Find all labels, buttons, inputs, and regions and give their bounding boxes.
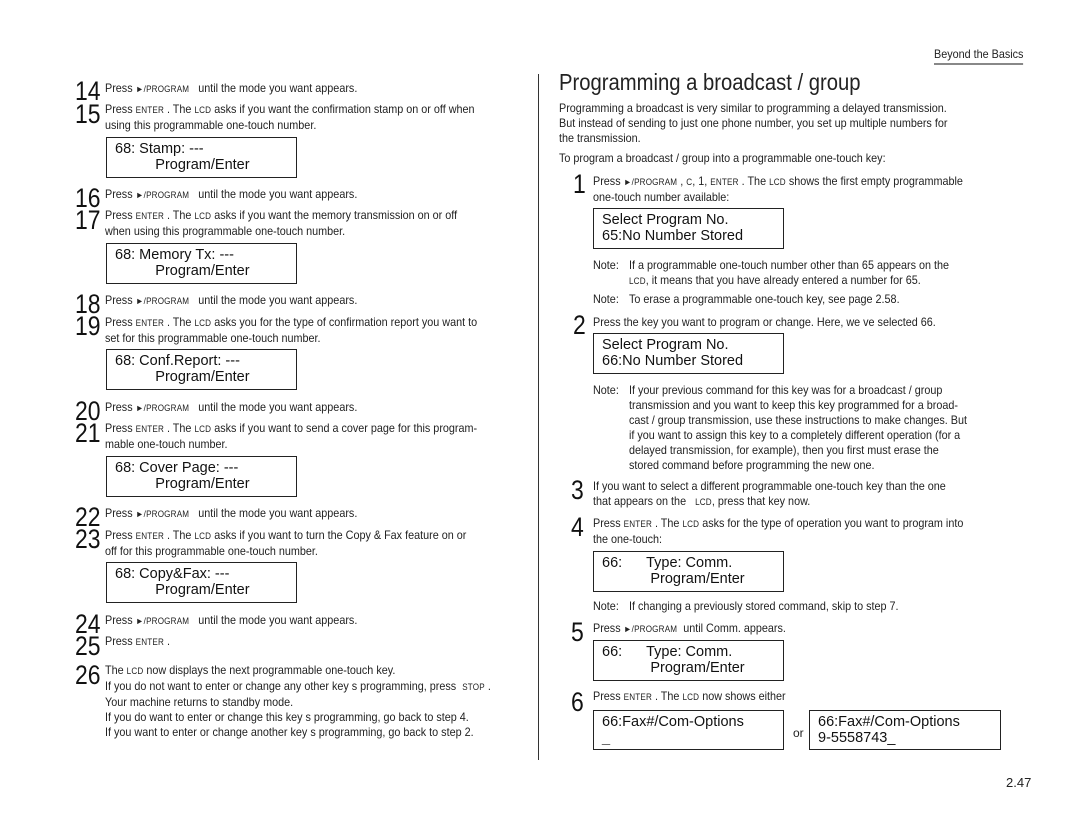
play-arrow-icon: ► (623, 177, 632, 187)
lcd-display: 68: Memory Tx: --- Program/Enter (106, 243, 297, 284)
step-number: 5 (571, 617, 584, 647)
step-text: Press ►/PROGRAM until Comm. appears. (593, 621, 786, 635)
step-text: Press ENTER . (105, 634, 171, 648)
step-number: 6 (571, 687, 584, 717)
step-text: Press ►/PROGRAM until the mode you want … (105, 293, 358, 307)
step-text: Press ENTER . The LCD asks if you want t… (105, 421, 478, 451)
note: Note: To erase a programmable one-touch k… (593, 292, 900, 306)
step-text: Press ENTER . The LCD now shows either (593, 689, 786, 703)
lcd-display: Select Program No. 66:No Number Stored (593, 333, 784, 374)
step-text: If you want to select a different progra… (593, 479, 946, 508)
step-text: Press ENTER . The LCD asks if you want t… (105, 102, 475, 132)
intro-paragraph: Programming a broadcast is very similar … (559, 101, 948, 145)
step-text: The LCD now displays the next programmab… (105, 663, 491, 739)
step-number: 21 (75, 418, 101, 448)
lcd-display: 66: Type: Comm. Program/Enter (593, 640, 784, 681)
step-text: Press ►/PROGRAM , C, 1, ENTER . The LCD … (593, 174, 963, 204)
step-text: Press ►/PROGRAM until the mode you want … (105, 187, 358, 201)
step-text: Press ENTER . The LCD asks if you want t… (105, 528, 467, 558)
lcd-display: 66: Type: Comm. Program/Enter (593, 551, 784, 592)
lcd-display: Select Program No. 65:No Number Stored (593, 208, 784, 249)
play-arrow-icon: ► (135, 509, 144, 519)
step-text: Press ►/PROGRAM until the mode you want … (105, 400, 358, 414)
play-arrow-icon: ► (135, 296, 144, 306)
page-number: 2.47 (1006, 775, 1032, 790)
step-text: Press ENTER . The LCD asks you for the t… (105, 315, 478, 345)
lcd-display: 68: Copy&Fax: --- Program/Enter (106, 562, 297, 603)
play-arrow-icon: ► (135, 616, 144, 626)
play-arrow-icon: ► (135, 403, 144, 413)
lcd-display: 68: Conf.Report: --- Program/Enter (106, 349, 297, 390)
lcd-display: 66:Fax#/Com-Options 9-5558743_ (809, 710, 1001, 750)
play-arrow-icon: ► (135, 190, 144, 200)
step-number: 17 (75, 205, 101, 235)
column-divider (538, 74, 539, 760)
section-header: Beyond the Basics (934, 47, 1024, 65)
lcd-display: 68: Stamp: --- Program/Enter (106, 137, 297, 178)
note: Note: If a programmable one-touch number … (593, 258, 950, 287)
note: Note: If your previous command for this k… (593, 383, 967, 472)
or-label: or (793, 726, 804, 740)
lcd-display: 66:Fax#/Com-Options _ (593, 710, 784, 750)
step-number: 1 (573, 169, 586, 199)
step-text: Press the key you want to program or cha… (593, 315, 936, 329)
lead-text: To program a broadcast / group into a pr… (559, 151, 886, 165)
step-number: 25 (75, 631, 101, 661)
step-number: 4 (571, 512, 584, 542)
play-arrow-icon: ► (623, 624, 632, 634)
step-text: Press ►/PROGRAM until the mode you want … (105, 81, 358, 95)
step-text: Press ENTER . The LCD asks for the type … (593, 516, 964, 546)
page-title: Programming a broadcast / group (559, 69, 861, 95)
step-text: Press ►/PROGRAM until the mode you want … (105, 613, 358, 627)
step-text: Press ENTER . The LCD asks if you want t… (105, 208, 458, 238)
step-text: Press ►/PROGRAM until the mode you want … (105, 506, 358, 520)
step-number: 3 (571, 475, 584, 505)
step-number: 26 (75, 660, 101, 690)
step-number: 2 (573, 310, 586, 340)
note: Note: If changing a previously stored com… (593, 599, 899, 613)
step-number: 23 (75, 524, 101, 554)
step-number: 19 (75, 311, 101, 341)
step-number: 15 (75, 99, 101, 129)
lcd-display: 68: Cover Page: --- Program/Enter (106, 456, 297, 497)
play-arrow-icon: ► (135, 84, 144, 94)
